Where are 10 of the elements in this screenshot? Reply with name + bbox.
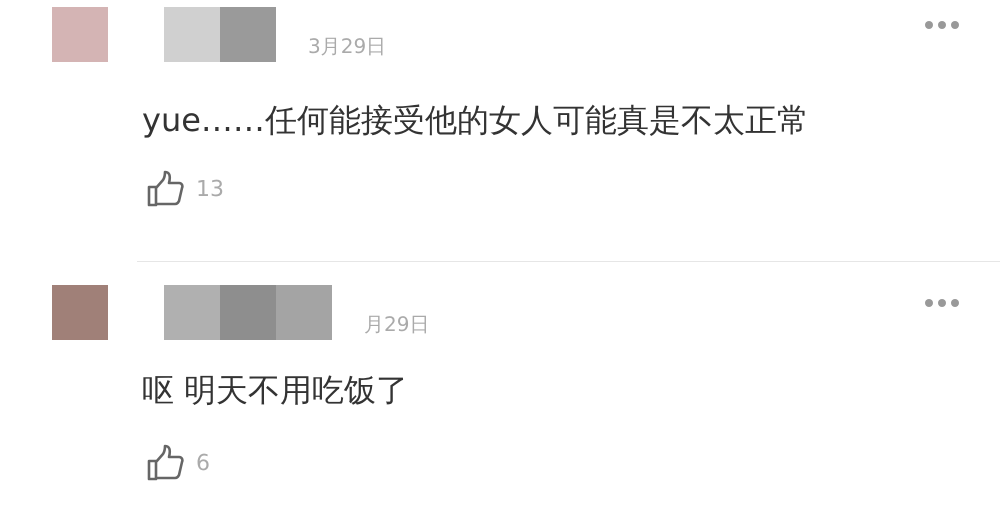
like-icon[interactable] [146,444,184,482]
comment-text: yue……任何能接受他的女人可能真是不太正常 [142,100,810,140]
like-count: 13 [196,176,224,202]
comment-date: 月29日 [364,312,430,338]
more-icon[interactable] [924,298,960,308]
more-icon[interactable] [924,20,960,30]
comment-text: 呕 明天不用吃饭了 [142,370,410,410]
like-count: 6 [196,450,210,476]
comment-date: 3月29日 [308,34,386,60]
like-icon[interactable] [146,170,184,208]
